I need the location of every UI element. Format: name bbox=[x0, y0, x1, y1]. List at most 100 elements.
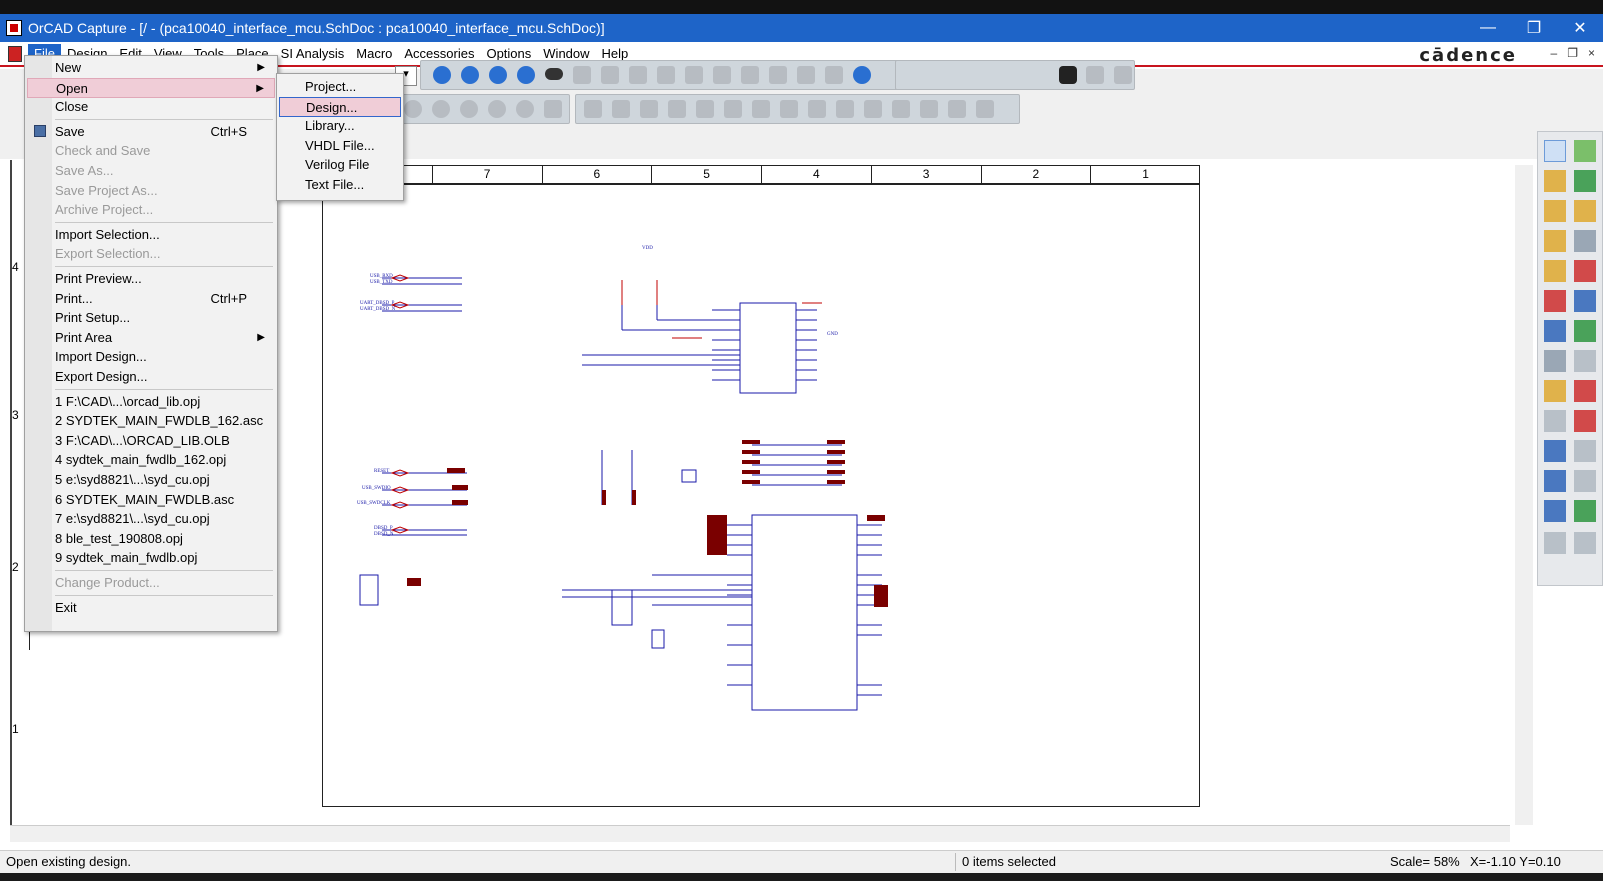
file-menu-item-import-design[interactable]: Import Design... bbox=[27, 347, 275, 367]
net-alias-tool-icon[interactable] bbox=[1574, 230, 1596, 252]
file-menu-item-8-ble-test-190808-opj[interactable]: 8 ble_test_190808.opj bbox=[27, 529, 275, 549]
open-menu-item-vhdl-file[interactable]: VHDL File... bbox=[279, 136, 401, 156]
rectangle-tool-icon[interactable] bbox=[1544, 440, 1566, 462]
hierarchy-icon[interactable] bbox=[825, 66, 843, 84]
help-icon[interactable] bbox=[853, 66, 871, 84]
open-menu-item-design[interactable]: Design... bbox=[279, 96, 401, 117]
horizontal-scrollbar[interactable] bbox=[10, 825, 1510, 842]
file-menu-item-save[interactable]: Save Ctrl+S bbox=[27, 122, 275, 142]
mdi-close-button[interactable]: × bbox=[1588, 46, 1595, 60]
place-junction-icon[interactable] bbox=[668, 100, 686, 118]
place-part-tool-icon[interactable] bbox=[1574, 140, 1596, 162]
open-menu-item-text-file[interactable]: Text File... bbox=[279, 175, 401, 195]
delete-tool-icon[interactable] bbox=[1574, 380, 1596, 402]
file-menu-item-5-e-syd8821-syd-cu-opj[interactable]: 5 e:\syd8821\...\syd_cu.opj bbox=[27, 470, 275, 490]
next-icon[interactable] bbox=[1114, 66, 1132, 84]
select-tool-icon[interactable] bbox=[1544, 140, 1566, 162]
line-tool-icon[interactable] bbox=[1544, 410, 1566, 432]
power-icon[interactable] bbox=[488, 100, 506, 118]
hier-block-tool-icon[interactable] bbox=[1574, 320, 1596, 342]
place-hier-icon[interactable] bbox=[808, 100, 826, 118]
close-button[interactable]: ✕ bbox=[1557, 14, 1603, 42]
file-menu-item-new[interactable]: New ▶ bbox=[27, 58, 275, 78]
netlist-icon[interactable] bbox=[657, 66, 675, 84]
mdi-restore-button[interactable]: ❐ bbox=[1567, 46, 1578, 60]
place-table-icon[interactable] bbox=[976, 100, 994, 118]
wire-tool-icon[interactable] bbox=[1544, 170, 1566, 192]
mdi-minimize-button[interactable]: – bbox=[1551, 46, 1558, 60]
document-icon[interactable] bbox=[8, 45, 22, 62]
text-select-icon[interactable] bbox=[1544, 500, 1566, 522]
bus-tool-icon[interactable] bbox=[1544, 230, 1566, 252]
file-menu-item-2-sydtek-main-fwdlb-162-asc[interactable]: 2 SYDTEK_MAIN_FWDLB_162.asc bbox=[27, 411, 275, 431]
bezier-tool-icon[interactable] bbox=[1574, 470, 1596, 492]
zoom-area-icon[interactable] bbox=[489, 66, 507, 84]
file-menu-item-close[interactable]: Close bbox=[27, 97, 275, 117]
back-annotate-icon[interactable] bbox=[601, 66, 619, 84]
place-off-page-icon[interactable] bbox=[864, 100, 882, 118]
open-menu-item-project[interactable]: Project... bbox=[279, 77, 401, 97]
open-menu-item-verilog-file[interactable]: Verilog File bbox=[279, 155, 401, 175]
file-menu-item-export-design[interactable]: Export Design... bbox=[27, 367, 275, 387]
bus-entry-icon[interactable] bbox=[1544, 260, 1566, 282]
junction-tool-icon[interactable] bbox=[1574, 260, 1596, 282]
voltage-icon[interactable] bbox=[432, 100, 450, 118]
file-menu-item-3-f-cad-orcad-lib-olb[interactable]: 3 F:\CAD\...\ORCAD_LIB.OLB bbox=[27, 431, 275, 451]
file-menu-item-1-f-cad-orcad-lib-opj[interactable]: 1 F:\CAD\...\orcad_lib.opj bbox=[27, 392, 275, 412]
bom-icon[interactable] bbox=[713, 66, 731, 84]
cross-ref-icon[interactable] bbox=[685, 66, 703, 84]
file-menu-item-print-setup[interactable]: Print Setup... bbox=[27, 308, 275, 328]
file-menu-item-print-area[interactable]: Print Area ▶ bbox=[27, 328, 275, 348]
net-group-tool-icon[interactable] bbox=[1574, 170, 1596, 192]
drag-icon[interactable] bbox=[797, 66, 815, 84]
prev-icon[interactable] bbox=[1086, 66, 1104, 84]
power-tool-icon[interactable] bbox=[1544, 290, 1566, 312]
menu-macro[interactable]: Macro bbox=[350, 44, 398, 63]
place-pin-icon[interactable] bbox=[836, 100, 854, 118]
place-port-icon[interactable] bbox=[780, 100, 798, 118]
minimize-button[interactable]: — bbox=[1465, 14, 1511, 42]
menu-si-analysis[interactable]: SI Analysis bbox=[275, 44, 351, 63]
place-ground-icon[interactable] bbox=[752, 100, 770, 118]
auto-connect-icon[interactable] bbox=[1544, 200, 1566, 222]
current-icon[interactable] bbox=[460, 100, 478, 118]
place-part-icon[interactable] bbox=[584, 100, 602, 118]
open-menu-item-library[interactable]: Library... bbox=[279, 116, 401, 136]
zoom-out-icon[interactable] bbox=[461, 66, 479, 84]
hier-pin-tool-icon[interactable] bbox=[1574, 350, 1596, 372]
place-no-connect-icon[interactable] bbox=[892, 100, 910, 118]
zoom-in-icon[interactable] bbox=[433, 66, 451, 84]
annotate-icon[interactable] bbox=[573, 66, 591, 84]
zoom-all-icon[interactable] bbox=[517, 66, 535, 84]
marker-icon[interactable] bbox=[544, 100, 562, 118]
no-connect-tool-icon[interactable] bbox=[1544, 380, 1566, 402]
file-menu-item-open[interactable]: Open ▶ bbox=[27, 77, 275, 98]
hier-port-tool-icon[interactable] bbox=[1544, 350, 1566, 372]
place-line-icon[interactable] bbox=[920, 100, 938, 118]
file-menu-item-6-sydtek-main-fwdlb-asc[interactable]: 6 SYDTEK_MAIN_FWDLB.asc bbox=[27, 490, 275, 510]
place-net-alias-icon[interactable] bbox=[696, 100, 714, 118]
place-wire-icon[interactable] bbox=[612, 100, 630, 118]
binoculars-icon[interactable] bbox=[1059, 66, 1077, 84]
file-menu-item-print-preview[interactable]: Print Preview... bbox=[27, 269, 275, 289]
file-menu-item-exit[interactable]: Exit bbox=[27, 598, 275, 618]
place-power-icon[interactable] bbox=[724, 100, 742, 118]
place-text-icon[interactable] bbox=[948, 100, 966, 118]
auto-wire-icon[interactable] bbox=[1574, 200, 1596, 222]
text-tool-icon[interactable] bbox=[1574, 500, 1596, 522]
maximize-button[interactable]: ❐ bbox=[1511, 14, 1557, 42]
file-menu-item-9-sydtek-main-fwdlb-opj[interactable]: 9 sydtek_main_fwdlb.opj bbox=[27, 548, 275, 568]
off-page-tool-icon[interactable] bbox=[1544, 320, 1566, 342]
ellipse-tool-icon[interactable] bbox=[1574, 440, 1596, 462]
picture-tool-icon[interactable] bbox=[1544, 532, 1566, 554]
file-menu-item-7-e-syd8821-syd-cu-opj[interactable]: 7 e:\syd8821\...\syd_cu.opj bbox=[27, 509, 275, 529]
arc-tool-icon[interactable] bbox=[1544, 470, 1566, 492]
ground-tool-icon[interactable] bbox=[1574, 290, 1596, 312]
file-menu-item-print[interactable]: Print... Ctrl+P bbox=[27, 289, 275, 309]
area-select-icon[interactable] bbox=[769, 66, 787, 84]
watt-icon[interactable] bbox=[516, 100, 534, 118]
vertical-scrollbar[interactable] bbox=[1515, 165, 1533, 825]
file-menu-item-4-sydtek-main-fwdlb-162-opj[interactable]: 4 sydtek_main_fwdlb_162.opj bbox=[27, 450, 275, 470]
place-bus-icon[interactable] bbox=[640, 100, 658, 118]
polyline-tool-icon[interactable] bbox=[1574, 410, 1596, 432]
